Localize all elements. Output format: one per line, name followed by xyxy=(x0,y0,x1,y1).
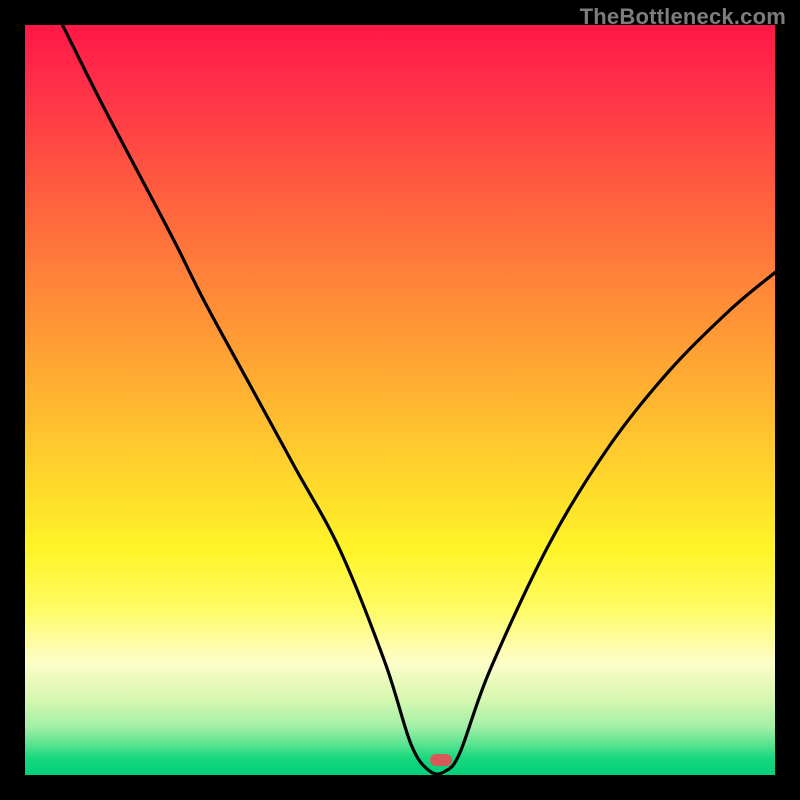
chart-frame: TheBottleneck.com xyxy=(0,0,800,800)
attribution-label: TheBottleneck.com xyxy=(580,4,786,30)
optimum-marker xyxy=(430,754,452,766)
bottleneck-curve xyxy=(25,25,775,775)
plot-area xyxy=(25,25,775,775)
